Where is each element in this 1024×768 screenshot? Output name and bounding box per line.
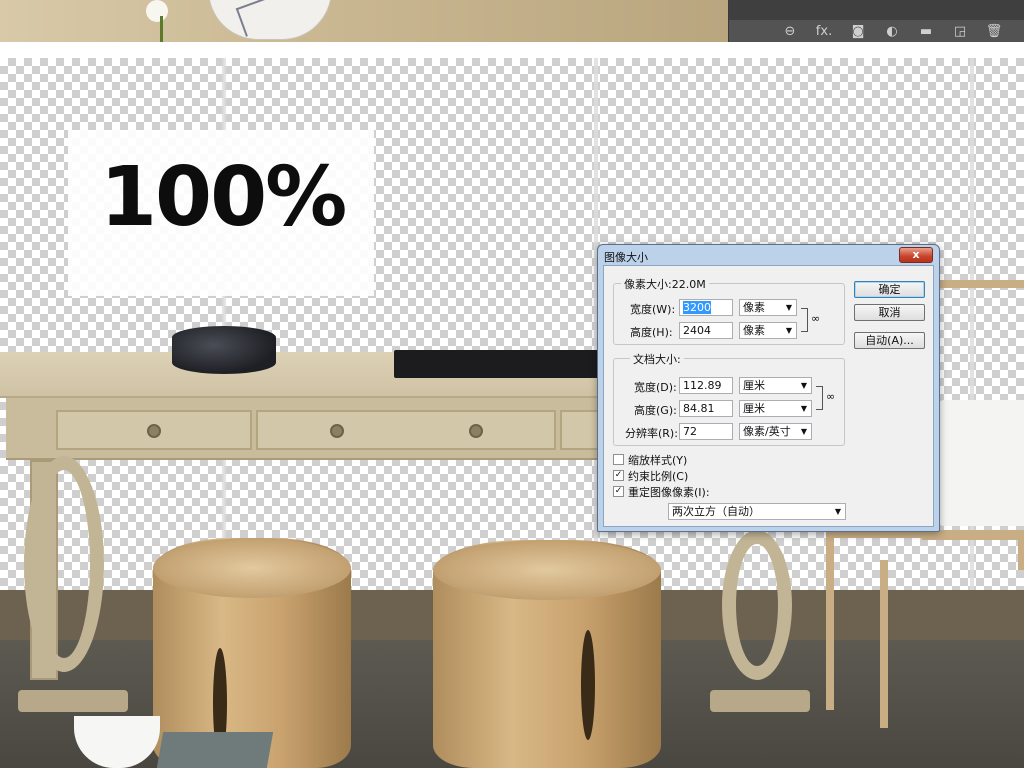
layers-panel-icons: ⊖ fx. ◙ ◐ ▬ ◲ 🗑 (773, 23, 1011, 41)
adjustment-layer-icon[interactable]: ◐ (875, 23, 909, 41)
chevron-down-icon: ▼ (834, 507, 841, 516)
chevron-down-icon: ▼ (800, 427, 807, 436)
dialog-body: 像素大小:22.0M 宽度(W): 3200 像素 ▼ 高度(H): 2404 像… (603, 265, 934, 527)
doc-width-label: 宽度(D): (634, 381, 677, 394)
fx-icon[interactable]: fx. (807, 23, 841, 41)
delete-layer-icon[interactable]: 🗑 (977, 23, 1011, 41)
pixel-height-label: 高度(H): (630, 326, 673, 339)
pixel-width-label: 宽度(W): (630, 303, 676, 316)
flower-stem (160, 16, 163, 42)
new-layer-icon[interactable]: ◲ (943, 23, 977, 41)
resolution-label: 分辨率(R): (625, 427, 678, 440)
chair-seat-frame (826, 530, 1024, 570)
constrain-bracket (816, 386, 823, 410)
resolution-input[interactable]: 72 (679, 423, 733, 440)
pixel-height-input[interactable]: 2404 (679, 322, 733, 339)
chevron-down-icon: ▼ (785, 303, 792, 312)
chain-link-icon: ∞ (826, 390, 836, 403)
resample-method-select[interactable]: 两次立方（自动） ▼ (668, 503, 846, 520)
stool-top (433, 540, 661, 600)
drawer-knob (469, 424, 483, 438)
chain-link-icon: ∞ (811, 312, 821, 325)
chair-leg (880, 560, 888, 728)
link-layers-icon[interactable]: ⊖ (773, 23, 807, 41)
dialog-title: 图像大小 (604, 251, 648, 264)
chevron-down-icon: ▼ (785, 326, 792, 335)
layers-panel-strip (729, 0, 1024, 20)
desk-drawer (560, 410, 600, 450)
black-tray (394, 350, 600, 378)
document-size-legend: 文档大小: (630, 351, 684, 367)
stool-top (153, 538, 351, 598)
close-button[interactable]: x (899, 247, 933, 263)
layers-panel-footer: ⊖ fx. ◙ ◐ ▬ ◲ 🗑 (728, 0, 1024, 42)
constrain-bracket (801, 308, 808, 332)
drawer-knob (330, 424, 344, 438)
vase (208, 0, 332, 40)
background-photo-top (0, 0, 728, 42)
cancel-button[interactable]: 取消 (854, 304, 925, 321)
doc-height-unit-select[interactable]: 厘米 ▼ (739, 400, 812, 417)
flower (146, 0, 168, 22)
chevron-down-icon: ▼ (800, 404, 807, 413)
zoom-label: 100% (100, 150, 347, 245)
resample-label: 重定图像像素(I): (628, 486, 710, 499)
desk-drawer (256, 410, 556, 450)
chair-leg (826, 560, 834, 710)
pixel-dimensions-legend: 像素大小:22.0M (621, 276, 709, 292)
desk-foot (18, 690, 128, 712)
add-mask-icon[interactable]: ◙ (841, 23, 875, 41)
new-group-icon[interactable]: ▬ (909, 23, 943, 41)
doc-width-unit-select[interactable]: 厘米 ▼ (739, 377, 812, 394)
scale-styles-checkbox[interactable] (613, 454, 624, 465)
auto-button[interactable]: 自动(A)... (854, 332, 925, 349)
constrain-proportions-checkbox[interactable]: ✓ (613, 470, 624, 481)
image-size-dialog: 图像大小 x 像素大小:22.0M 宽度(W): 3200 像素 ▼ 高度(H):… (597, 244, 940, 532)
doc-width-input[interactable]: 112.89 (679, 377, 733, 394)
doc-height-input[interactable]: 84.81 (679, 400, 733, 417)
pixel-width-input[interactable]: 3200 (679, 299, 733, 316)
stool-crack (581, 630, 595, 740)
scale-styles-label: 缩放样式(Y) (628, 454, 688, 467)
pixel-width-unit-select[interactable]: 像素 ▼ (739, 299, 797, 316)
book (156, 732, 274, 768)
doc-height-label: 高度(G): (634, 404, 677, 417)
drawer-knob (147, 424, 161, 438)
pixel-height-unit-select[interactable]: 像素 ▼ (739, 322, 797, 339)
wood-stump-stool (433, 540, 661, 768)
desk-leg-ring (722, 530, 792, 680)
resolution-unit-select[interactable]: 像素/英寸 ▼ (739, 423, 812, 440)
chair-cushion (938, 400, 1024, 526)
desk-foot (710, 690, 810, 712)
ink-stone-box (172, 326, 276, 374)
canvas-gap (0, 42, 1024, 58)
resample-checkbox[interactable]: ✓ (613, 486, 624, 497)
desk-leg-ring (24, 456, 104, 672)
chevron-down-icon: ▼ (800, 381, 807, 390)
ok-button[interactable]: 确定 (854, 281, 925, 298)
constrain-proportions-label: 约束比例(C) (628, 470, 689, 483)
